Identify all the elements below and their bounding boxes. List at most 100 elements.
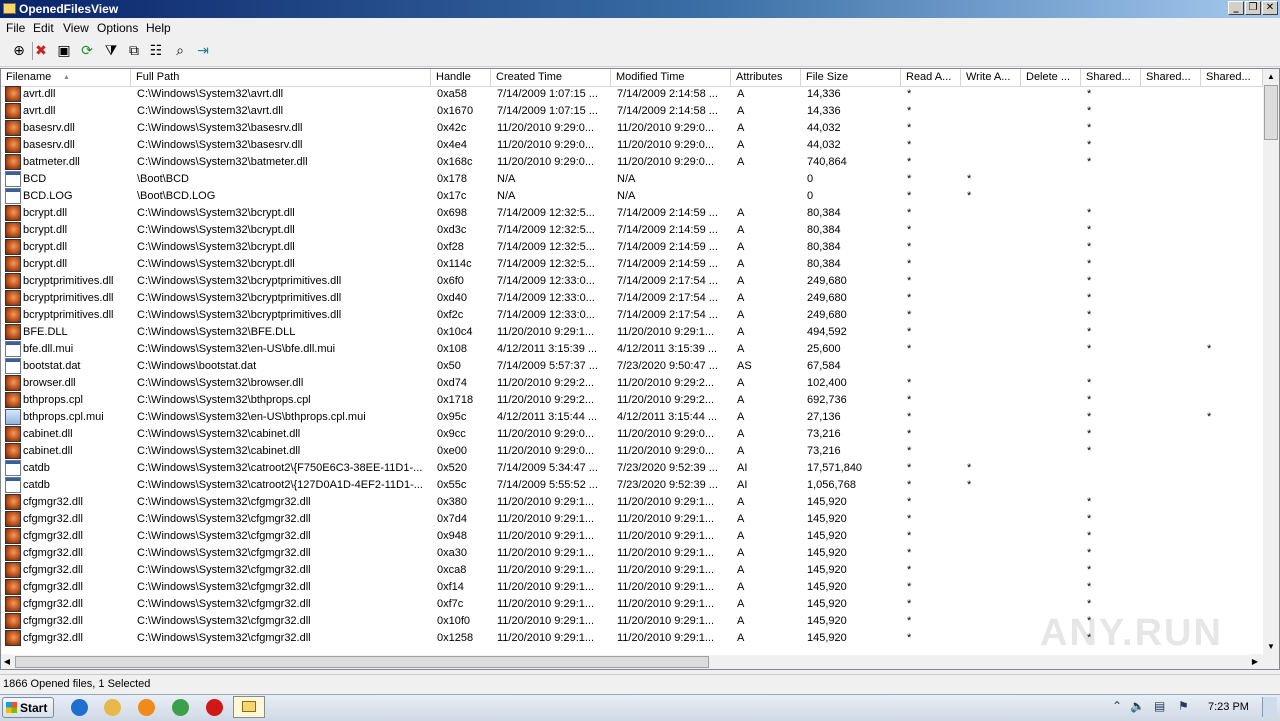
- cell-filename: cfgmgr32.dll: [23, 564, 83, 576]
- cell-filename: cfgmgr32.dll: [23, 632, 83, 644]
- column-header-attributes[interactable]: Attributes: [731, 69, 801, 86]
- table-row[interactable]: bcryptprimitives.dll C:\Windows\System32\…: [1, 290, 1263, 307]
- restore-button[interactable]: ❐: [1245, 1, 1261, 15]
- cell-shared-write: [1147, 171, 1199, 188]
- horizontal-scrollbar[interactable]: ◀ ▶: [1, 654, 1263, 669]
- table-row[interactable]: bcrypt.dll C:\Windows\System32\bcrypt.dll…: [1, 205, 1263, 222]
- table-row[interactable]: avrt.dll C:\Windows\System32\avrt.dll 0xa5…: [1, 86, 1263, 103]
- copy-icon[interactable]: ⧉: [125, 42, 143, 60]
- table-row[interactable]: basesrv.dll C:\Windows\System32\basesrv.d…: [1, 137, 1263, 154]
- minimize-button[interactable]: _: [1228, 1, 1244, 15]
- column-header-write-access[interactable]: Write A...: [961, 69, 1021, 86]
- scroll-right-arrow-icon[interactable]: ▶: [1249, 654, 1261, 669]
- table-row[interactable]: cabinet.dll C:\Windows\System32\cabinet.d…: [1, 443, 1263, 460]
- show-desktop-button[interactable]: [1262, 697, 1277, 717]
- generic-file-icon: [5, 477, 21, 493]
- table-row[interactable]: bootstat.dat C:\Windows\bootstat.dat 0x50 7…: [1, 358, 1263, 375]
- action-center-flag-icon[interactable]: ⚑: [1178, 699, 1189, 713]
- table-row[interactable]: catdb C:\Windows\System32\catroot2\{F750E…: [1, 460, 1263, 477]
- cell-shared-delete: [1207, 494, 1259, 511]
- column-header-created-time[interactable]: Created Time: [491, 69, 611, 86]
- dll-file-icon: [5, 324, 21, 340]
- cell-shared-write: [1147, 358, 1199, 375]
- table-row[interactable]: cfgmgr32.dll C:\Windows\System32\cfgmgr32…: [1, 579, 1263, 596]
- table-row[interactable]: BCD.LOG \Boot\BCD.LOG 0x17c N/A N/A 0 * *: [1, 188, 1263, 205]
- column-header-file-size[interactable]: File Size: [801, 69, 901, 86]
- cell-shared-read: *: [1087, 564, 1092, 576]
- properties-target-icon[interactable]: ⊕: [10, 42, 28, 60]
- table-row[interactable]: cfgmgr32.dll C:\Windows\System32\cfgmgr32…: [1, 511, 1263, 528]
- cell-created-time: 11/20/2010 9:29:1...: [497, 564, 595, 576]
- table-row[interactable]: avrt.dll C:\Windows\System32\avrt.dll 0x16…: [1, 103, 1263, 120]
- cell-delete-access: [1027, 154, 1079, 171]
- column-header-read-access[interactable]: Read A...: [901, 69, 961, 86]
- explorer-icon[interactable]: [104, 699, 121, 716]
- close-button[interactable]: ✕: [1262, 1, 1278, 15]
- scroll-left-arrow-icon[interactable]: ◀: [1, 654, 13, 669]
- properties-icon[interactable]: ☷: [147, 42, 165, 60]
- vertical-scrollbar[interactable]: ▲ ▼: [1263, 69, 1279, 655]
- table-row[interactable]: BCD \Boot\BCD 0x178 N/A N/A 0 * *: [1, 171, 1263, 188]
- cell-created-time: 7/14/2009 12:33:0...: [497, 292, 595, 304]
- column-header-full-path[interactable]: Full Path: [131, 69, 431, 86]
- table-row[interactable]: bcrypt.dll C:\Windows\System32\bcrypt.dll…: [1, 256, 1263, 273]
- cell-shared-write: [1147, 562, 1199, 579]
- cell-full-path: C:\Windows\System32\cfgmgr32.dll: [137, 547, 311, 559]
- table-row[interactable]: bcryptprimitives.dll C:\Windows\System32\…: [1, 307, 1263, 324]
- chrome-icon[interactable]: [172, 699, 189, 716]
- table-row[interactable]: bfe.dll.mui C:\Windows\System32\en-US\bfe…: [1, 341, 1263, 358]
- cell-filename: cfgmgr32.dll: [23, 513, 83, 525]
- table-row[interactable]: bcrypt.dll C:\Windows\System32\bcrypt.dll…: [1, 222, 1263, 239]
- table-row[interactable]: cfgmgr32.dll C:\Windows\System32\cfgmgr32…: [1, 494, 1263, 511]
- start-button[interactable]: Start: [2, 697, 54, 718]
- menu-file[interactable]: File: [6, 21, 25, 35]
- menu-edit[interactable]: Edit: [33, 21, 54, 35]
- column-header-filename[interactable]: Filename ▲: [1, 69, 131, 86]
- table-row[interactable]: bthprops.cpl C:\Windows\System32\bthprops…: [1, 392, 1263, 409]
- cell-handle: 0x178: [437, 173, 467, 185]
- column-header-modified-time[interactable]: Modified Time: [611, 69, 731, 86]
- table-row[interactable]: cfgmgr32.dll C:\Windows\System32\cfgmgr32…: [1, 596, 1263, 613]
- menu-help[interactable]: Help: [146, 21, 171, 35]
- table-row[interactable]: bcryptprimitives.dll C:\Windows\System32\…: [1, 273, 1263, 290]
- column-header-shared-write[interactable]: Shared...: [1141, 69, 1201, 86]
- network-icon[interactable]: ▤: [1154, 699, 1165, 713]
- cell-file-size: 0: [807, 190, 814, 202]
- table-row[interactable]: cfgmgr32.dll C:\Windows\System32\cfgmgr32…: [1, 562, 1263, 579]
- menu-view[interactable]: View: [63, 21, 89, 35]
- clock[interactable]: 7:23 PM: [1208, 701, 1249, 713]
- table-row[interactable]: BFE.DLL C:\Windows\System32\BFE.DLL 0x10c4…: [1, 324, 1263, 341]
- volume-icon[interactable]: 🔈: [1130, 699, 1145, 713]
- exit-icon[interactable]: ⇥: [194, 42, 212, 60]
- media-player-icon[interactable]: [138, 699, 155, 716]
- refresh-icon[interactable]: ⟳: [78, 42, 96, 60]
- menu-options[interactable]: Options: [97, 21, 138, 35]
- table-row[interactable]: catdb C:\Windows\System32\catroot2\{127D0…: [1, 477, 1263, 494]
- show-hidden-icons-icon[interactable]: ⌃: [1112, 699, 1122, 713]
- table-row[interactable]: cfgmgr32.dll C:\Windows\System32\cfgmgr32…: [1, 528, 1263, 545]
- filter-icon[interactable]: ⧩: [102, 42, 120, 60]
- cell-delete-access: [1027, 562, 1079, 579]
- horizontal-scroll-thumb[interactable]: [15, 656, 709, 668]
- table-row[interactable]: bthprops.cpl.mui C:\Windows\System32\en-U…: [1, 409, 1263, 426]
- save-icon[interactable]: ▣: [55, 42, 73, 60]
- column-header-shared-read[interactable]: Shared...: [1081, 69, 1141, 86]
- scroll-down-arrow-icon[interactable]: ▼: [1263, 639, 1279, 655]
- column-header-delete-access[interactable]: Delete ...: [1021, 69, 1081, 86]
- ie-icon[interactable]: [71, 699, 88, 716]
- table-row[interactable]: basesrv.dll C:\Windows\System32\basesrv.d…: [1, 120, 1263, 137]
- table-row[interactable]: bcrypt.dll C:\Windows\System32\bcrypt.dll…: [1, 239, 1263, 256]
- table-row[interactable]: cfgmgr32.dll C:\Windows\System32\cfgmgr32…: [1, 545, 1263, 562]
- table-row[interactable]: cabinet.dll C:\Windows\System32\cabinet.d…: [1, 426, 1263, 443]
- scroll-up-arrow-icon[interactable]: ▲: [1263, 69, 1279, 85]
- openedfilesview-taskbar-button[interactable]: [233, 696, 265, 718]
- column-header-shared-delete[interactable]: Shared...: [1201, 69, 1263, 86]
- table-row[interactable]: browser.dll C:\Windows\System32\browser.d…: [1, 375, 1263, 392]
- opera-icon[interactable]: [206, 699, 223, 716]
- vertical-scroll-thumb[interactable]: [1264, 85, 1278, 140]
- close-handle-icon[interactable]: ✖: [32, 42, 50, 60]
- opened-files-list[interactable]: Filename ▲ Full Path Handle Created Time …: [0, 68, 1280, 670]
- column-header-handle[interactable]: Handle: [431, 69, 491, 86]
- find-icon[interactable]: ⌕: [171, 42, 189, 60]
- table-row[interactable]: batmeter.dll C:\Windows\System32\batmeter…: [1, 154, 1263, 171]
